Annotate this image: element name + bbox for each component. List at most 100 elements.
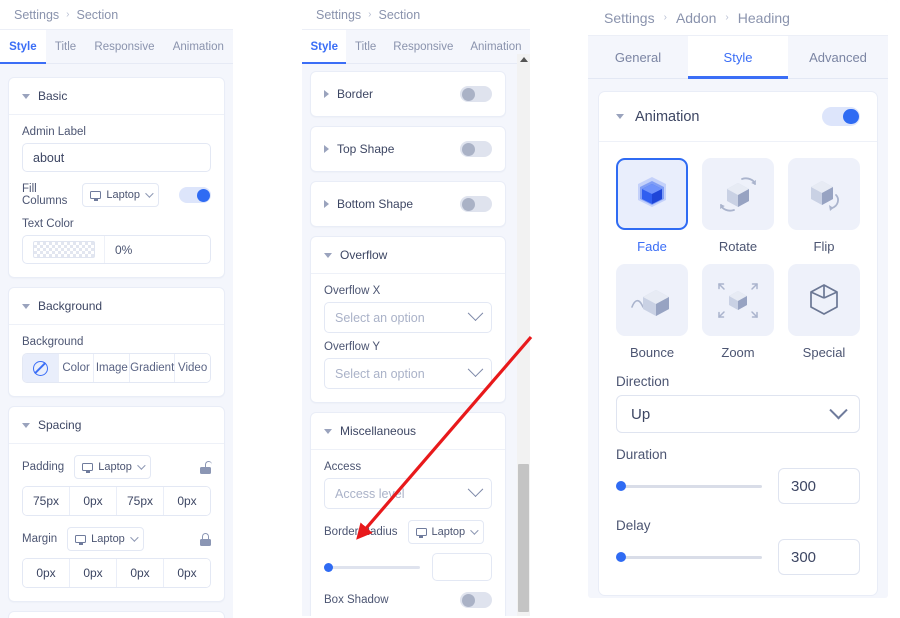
background-type-color[interactable]: Color: [58, 354, 95, 382]
text-color-swatch-wrap[interactable]: [23, 236, 105, 263]
overflow-x-select[interactable]: Select an option: [324, 302, 492, 333]
margin-device-select[interactable]: Laptop: [67, 527, 144, 551]
animation-preset-zoom[interactable]: Zoom: [702, 264, 774, 360]
scroll-up-arrow-icon[interactable]: [519, 57, 528, 62]
animation-preset-rotate-tile[interactable]: [702, 158, 774, 230]
margin-lock-locked-icon[interactable]: [200, 532, 211, 546]
margin-bottom-input[interactable]: 0px: [117, 559, 164, 587]
animation-preset-fade-tile[interactable]: [616, 158, 688, 230]
margin-left-input[interactable]: 0px: [164, 559, 210, 587]
padding-lock-unlocked-icon[interactable]: [200, 460, 212, 474]
animation-card-header[interactable]: Animation: [599, 92, 877, 142]
cube-bounce-icon: [631, 290, 669, 316]
margin-right-input[interactable]: 0px: [70, 559, 117, 587]
tab-advanced[interactable]: Advanced: [788, 36, 888, 78]
animation-preset-special[interactable]: Special: [788, 264, 860, 360]
fill-columns-label: Fill Columns: [22, 183, 68, 207]
padding-top-input[interactable]: 75px: [23, 487, 70, 515]
background-card-header[interactable]: Background: [9, 288, 224, 325]
direction-select[interactable]: Up: [616, 395, 860, 433]
background-type-video[interactable]: Video: [175, 354, 210, 382]
access-label: Access: [324, 461, 362, 473]
spacing-card-header[interactable]: Spacing: [9, 407, 224, 444]
animation-preset-rotate[interactable]: Rotate: [702, 158, 774, 254]
border-header[interactable]: Border: [311, 72, 505, 116]
box-shadow-row: Box Shadow: [324, 592, 492, 608]
animation-preset-fade-label: Fade: [637, 239, 667, 254]
tab-general[interactable]: General: [588, 36, 688, 78]
fill-columns-toggle[interactable]: [179, 187, 211, 203]
delay-slider[interactable]: [616, 548, 762, 566]
margin-top-input[interactable]: 0px: [23, 559, 70, 587]
duration-slider[interactable]: [616, 477, 762, 495]
spacing-card-body: Padding Laptop 75px 0px 75px 0px Margin …: [9, 444, 224, 601]
breadcrumb: Settings › Section: [0, 0, 233, 30]
bottom-shape-toggle[interactable]: [460, 196, 492, 212]
duration-input[interactable]: 300: [778, 468, 860, 504]
margin-device-label: Laptop: [91, 533, 125, 545]
background-type-segmented: Color Image Gradient Video: [22, 353, 211, 383]
bottom-shape-header[interactable]: Bottom Shape: [311, 182, 505, 226]
animation-preset-zoom-tile[interactable]: [702, 264, 774, 336]
breadcrumb: Settings › Section: [302, 0, 530, 30]
tab-title[interactable]: Title: [346, 30, 384, 63]
tab-style[interactable]: Style: [302, 30, 347, 64]
tab-responsive[interactable]: Responsive: [85, 30, 163, 63]
background-type-gradient[interactable]: Gradient: [130, 354, 176, 382]
animation-card-body: Fade Rotate Flip Bounce Zoom Special Dir…: [599, 142, 877, 595]
padding-label: Padding: [22, 461, 65, 473]
no-background-icon: [32, 360, 48, 376]
duration-label: Duration: [616, 447, 668, 462]
admin-label-input[interactable]: about: [22, 143, 211, 172]
breadcrumb-root[interactable]: Settings: [604, 10, 655, 26]
border-toggle[interactable]: [460, 86, 492, 102]
padding-bottom-input[interactable]: 75px: [117, 487, 164, 515]
top-shape-header[interactable]: Top Shape: [311, 127, 505, 171]
animation-preset-flip-tile[interactable]: [788, 158, 860, 230]
overflow-y-select[interactable]: Select an option: [324, 358, 492, 389]
padding-right-input[interactable]: 0px: [70, 487, 117, 515]
padding-left-input[interactable]: 0px: [164, 487, 210, 515]
basic-card-title: Basic: [38, 89, 68, 103]
animation-preset-fade[interactable]: Fade: [616, 158, 688, 254]
background-type-none[interactable]: [23, 354, 59, 382]
breadcrumb-root[interactable]: Settings: [316, 8, 361, 22]
tab-title[interactable]: Title: [46, 30, 86, 63]
misc-panel-scrollbar[interactable]: [517, 54, 530, 616]
padding-inputs: 75px 0px 75px 0px: [22, 486, 211, 516]
top-shape-card: Top Shape: [310, 126, 506, 172]
animation-preset-special-tile[interactable]: [788, 264, 860, 336]
padding-device-select[interactable]: Laptop: [74, 455, 151, 479]
border-radius-slider[interactable]: [324, 559, 420, 575]
breadcrumb-addon[interactable]: Addon: [676, 10, 716, 26]
section-scroll-area[interactable]: Basic Admin Label about Fill Columns Lap…: [0, 68, 233, 618]
overflow-header[interactable]: Overflow: [311, 237, 505, 274]
animation-preset-bounce[interactable]: Bounce: [616, 264, 688, 360]
misc-scroll-area[interactable]: Border Top Shape Bottom Shape Overflow O…: [302, 62, 514, 616]
text-color-opacity[interactable]: 0%: [105, 236, 210, 263]
tab-style[interactable]: Style: [0, 30, 46, 64]
animation-preset-flip[interactable]: Flip: [788, 158, 860, 254]
tab-style[interactable]: Style: [688, 36, 788, 79]
overflow-y-value: Select an option: [335, 366, 425, 381]
column-alignment-header[interactable]: Column Alignment: [9, 612, 224, 618]
box-shadow-toggle[interactable]: [460, 592, 492, 608]
text-color-field[interactable]: 0%: [22, 235, 211, 264]
animation-preset-bounce-tile[interactable]: [616, 264, 688, 336]
padding-row: Padding Laptop: [22, 455, 212, 479]
tab-animation[interactable]: Animation: [164, 30, 233, 63]
access-select[interactable]: Access level: [324, 478, 492, 509]
border-radius-device-select[interactable]: Laptop: [407, 520, 485, 544]
breadcrumb-root[interactable]: Settings: [14, 8, 59, 22]
delay-input[interactable]: 300: [778, 539, 860, 575]
background-type-image[interactable]: Image: [94, 354, 131, 382]
animation-toggle[interactable]: [822, 107, 860, 126]
fill-columns-device-select[interactable]: Laptop: [82, 183, 159, 207]
top-shape-toggle[interactable]: [460, 141, 492, 157]
basic-card-header[interactable]: Basic: [9, 78, 224, 115]
tab-responsive[interactable]: Responsive: [385, 30, 462, 63]
border-radius-value-input[interactable]: [432, 553, 492, 581]
scrollbar-thumb[interactable]: [518, 464, 529, 612]
miscellaneous-header[interactable]: Miscellaneous: [311, 413, 505, 450]
spacing-card-title: Spacing: [38, 418, 82, 432]
